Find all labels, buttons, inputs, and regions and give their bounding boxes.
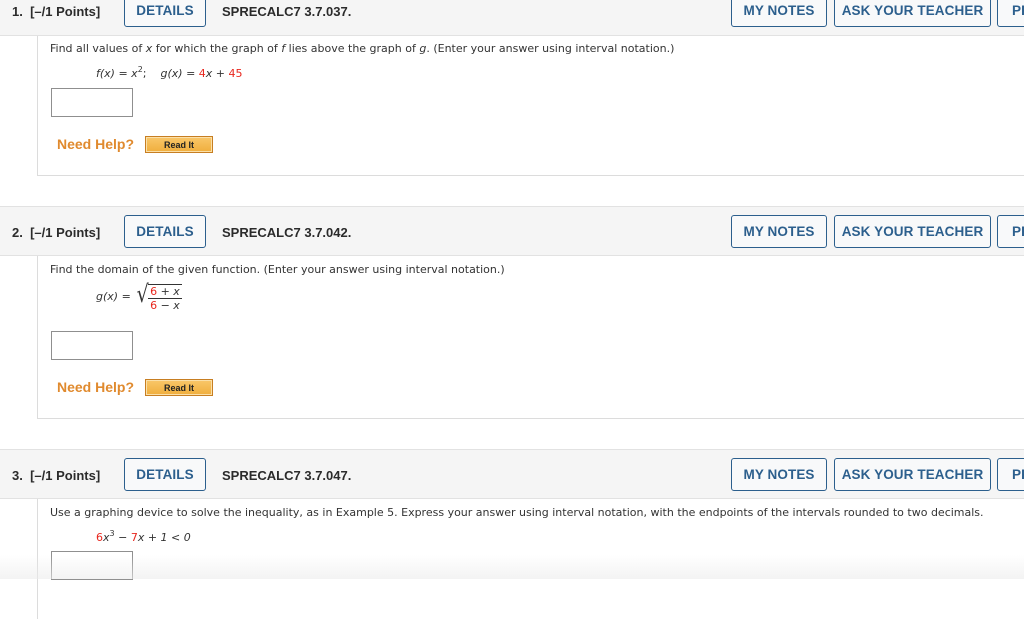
ask-your-teacher-button[interactable]: ASK YOUR TEACHER [834, 0, 991, 27]
question-1-header: 1. [–/1 Points] DETAILS SPRECALC7 3.7.03… [0, 0, 1024, 36]
question-number: 2. [12, 225, 23, 240]
answer-input[interactable] [51, 331, 133, 360]
expression-rest: x + 1 < 0 [137, 531, 191, 544]
question-prompt: Find the domain of the given function. (… [50, 263, 505, 276]
question-2-points: 2. [–/1 Points] [12, 225, 100, 240]
question-number: 3. [12, 468, 23, 483]
separator: ; [142, 67, 147, 80]
numerator-rest: + x [157, 285, 180, 298]
denominator: 6 − x [148, 299, 182, 312]
g-variable: x + [205, 67, 229, 80]
question-number: 1. [12, 4, 23, 19]
problem-code: SPRECALC7 3.7.047. [222, 468, 352, 483]
g-expression: g(x) = [96, 290, 131, 303]
read-it-button[interactable]: Read It [145, 136, 213, 153]
details-label: DETAILS [136, 224, 194, 239]
ask-your-teacher-button[interactable]: ASK YOUR TEACHER [834, 215, 991, 248]
prompt-text: lies above the graph of [285, 42, 420, 55]
question-3-header: 3. [–/1 Points] DETAILS SPRECALC7 3.7.04… [0, 449, 1024, 499]
question-prompt: Use a graphing device to solve the inequ… [50, 506, 984, 519]
practice-another-button[interactable]: PRACTICE ANOTHER [997, 215, 1024, 248]
details-button[interactable]: DETAILS [124, 0, 206, 27]
denominator-rest: − x [157, 299, 180, 312]
points-label: [–/1 Points] [30, 225, 101, 240]
practice-another-button[interactable]: PRACTICE ANOTHER [997, 0, 1024, 27]
bottom-fade [0, 555, 1024, 579]
question-3-points: 3. [–/1 Points] [12, 468, 100, 483]
details-label: DETAILS [136, 3, 194, 18]
my-notes-button[interactable]: MY NOTES [731, 215, 827, 248]
need-help-label: Need Help? [57, 379, 135, 395]
question-1-body: Find all values of x for which the graph… [37, 36, 1024, 176]
need-help-label: Need Help? [57, 136, 135, 152]
read-it-button[interactable]: Read It [145, 379, 213, 396]
radical-sign-icon: √ [136, 280, 149, 308]
coefficient: 6 [96, 531, 103, 544]
ask-your-teacher-button[interactable]: ASK YOUR TEACHER [834, 458, 991, 491]
my-notes-button[interactable]: MY NOTES [731, 0, 827, 27]
g-coefficient: 4 [198, 67, 206, 80]
math-expression: f(x) = x2; g(x) = 4x + 45 [96, 65, 243, 80]
square-root: √ 6 + x 6 − x [135, 281, 182, 312]
numerator: 6 + x [148, 285, 182, 299]
f-expression: f(x) = x [96, 67, 138, 80]
radicand: 6 + x 6 − x [148, 284, 182, 312]
question-2-body: Find the domain of the given function. (… [37, 256, 1024, 419]
details-button[interactable]: DETAILS [124, 458, 206, 491]
prompt-text: Find all values of [50, 42, 146, 55]
question-2-header: 2. [–/1 Points] DETAILS SPRECALC7 3.7.04… [0, 206, 1024, 256]
answer-input[interactable] [51, 88, 133, 117]
practice-another-button[interactable]: PRACTICE ANOTHER [997, 458, 1024, 491]
my-notes-button[interactable]: MY NOTES [731, 458, 827, 491]
fraction: 6 + x 6 − x [148, 285, 182, 312]
prompt-text: . (Enter your answer using interval nota… [426, 42, 675, 55]
problem-code: SPRECALC7 3.7.042. [222, 225, 352, 240]
details-label: DETAILS [136, 467, 194, 482]
points-label: [–/1 Points] [30, 468, 101, 483]
problem-code: SPRECALC7 3.7.037. [222, 4, 352, 19]
question-prompt: Find all values of x for which the graph… [50, 42, 674, 55]
coefficient: 7 [130, 531, 138, 544]
operator: − [114, 531, 131, 544]
math-expression: g(x) = √ 6 + x 6 − x [96, 281, 182, 312]
prompt-text: for which the graph of [152, 42, 282, 55]
g-constant: 45 [228, 67, 243, 80]
question-1-points: 1. [–/1 Points] [12, 4, 100, 19]
details-button[interactable]: DETAILS [124, 215, 206, 248]
math-expression: 6x3 − 7x + 1 < 0 [96, 529, 191, 544]
points-label: [–/1 Points] [30, 4, 101, 19]
g-expression: g(x) = [160, 67, 199, 80]
